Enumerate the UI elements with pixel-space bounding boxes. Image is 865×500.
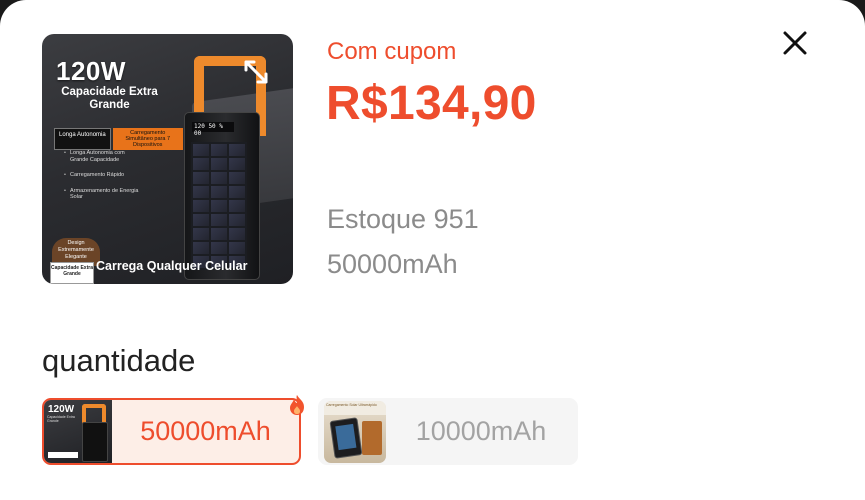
option-thumbnail: 120W Capacidade Extra Grande xyxy=(44,400,112,463)
image-bullets: Longa Autonomia com Grande Capacidade Ca… xyxy=(64,150,144,210)
solar-panel xyxy=(191,142,247,270)
option-label: 10000mAh xyxy=(415,416,547,446)
option-50000mah[interactable]: 120W Capacidade Extra Grande 50000mAh xyxy=(42,398,301,465)
powerbank-display: 120 50 % 00 xyxy=(192,122,234,137)
coupon-label: Com cupom xyxy=(327,38,457,65)
stock-count: Estoque 951 xyxy=(327,204,479,234)
image-tag-charging: Carregamento Simultâneo para 7 Dispositi… xyxy=(112,128,183,150)
expand-arrow-icon xyxy=(242,58,270,92)
image-tag-autonomy: Longa Autonomia xyxy=(54,128,111,150)
image-tags: Longa Autonomia Carregamento Simultâneo … xyxy=(54,128,183,150)
option-thumbnail: Carregamento Solar Ultrarrápido xyxy=(324,400,386,463)
close-icon xyxy=(783,31,807,55)
image-bullet: Longa Autonomia com Grande Capacidade xyxy=(64,150,144,163)
variant-selection-sheet: 120W Capacidade Extra Grande Longa Auton… xyxy=(0,0,865,500)
image-bullet: Armazenamento de Energia Solar xyxy=(64,188,144,201)
close-button[interactable] xyxy=(778,26,812,60)
image-subtitle: Capacidade Extra Grande xyxy=(61,86,158,111)
fire-icon xyxy=(287,394,307,416)
option-10000mah[interactable]: Carregamento Solar Ultrarrápido 10000mAh xyxy=(318,398,578,465)
image-bullet: Carregamento Rápido xyxy=(64,172,144,179)
image-footer: Carrega Qualquer Celular xyxy=(96,259,248,273)
product-image: 120W Capacidade Extra Grande Longa Auton… xyxy=(42,34,293,284)
quantity-section-title: quantidade xyxy=(42,343,196,378)
selected-variant-text: 50000mAh xyxy=(327,249,458,279)
image-title: 120W xyxy=(56,56,126,86)
price: R$134,90 xyxy=(326,77,537,130)
capacity-badge: Capacidade Extra Grande xyxy=(50,262,94,284)
option-label: 50000mAh xyxy=(140,416,271,446)
